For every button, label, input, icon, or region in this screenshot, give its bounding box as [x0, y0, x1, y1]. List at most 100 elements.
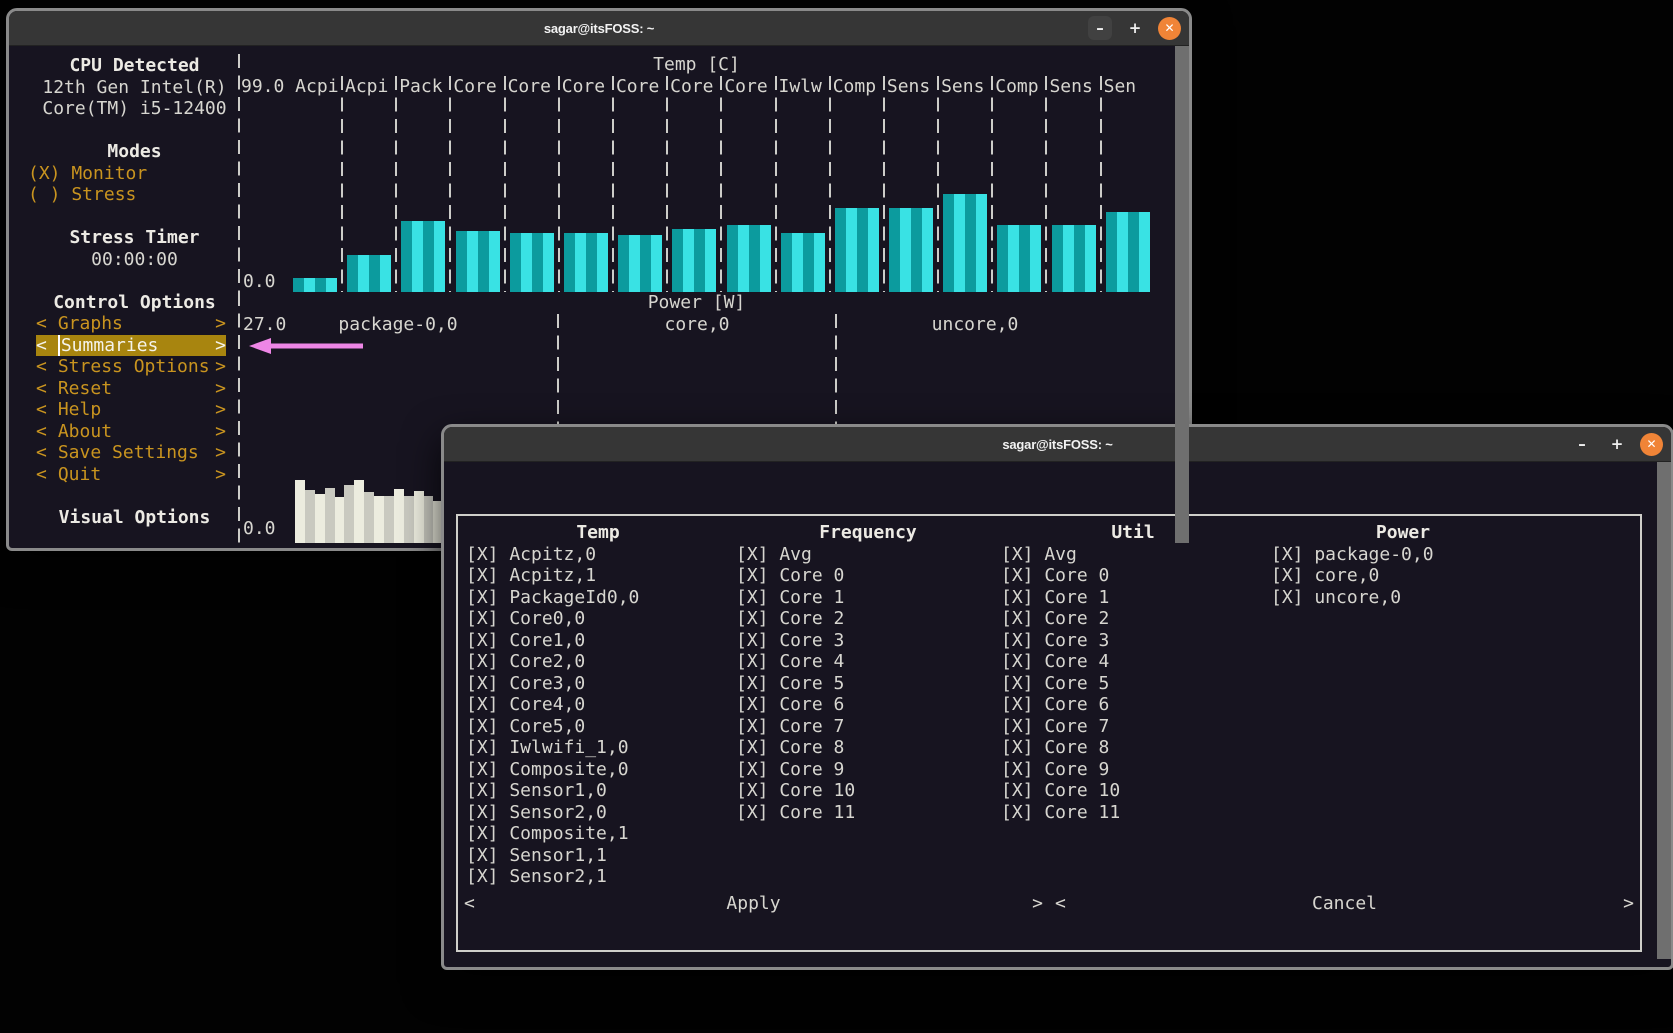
checkbox-core-0[interactable]: [X] Core 0: [736, 565, 1000, 587]
temp-column-label: 99.0 Acpi: [238, 76, 342, 98]
checkbox-core-11[interactable]: [X] Core 11: [1001, 802, 1265, 824]
temp-bar-Core: [456, 231, 500, 292]
power-history-stripe: [315, 494, 325, 543]
temp-bar-Iwlw: [781, 233, 825, 292]
checkbox-core-0[interactable]: [X] Core 0: [1001, 565, 1265, 587]
cpu-model-line: 12th Gen Intel(R): [9, 77, 238, 99]
checkbox-core-5[interactable]: [X] Core 5: [1001, 673, 1265, 695]
menu-item-reset[interactable]: <Reset>: [36, 378, 226, 400]
maximize-button[interactable]: +: [1123, 16, 1147, 40]
stui-sidebar: CPU Detected 12th Gen Intel(R) Core(TM) …: [9, 46, 238, 543]
close-button[interactable]: ✕: [1158, 17, 1181, 40]
menu-item-quit[interactable]: <Quit>: [36, 464, 226, 486]
checkbox-core-10[interactable]: [X] Core 10: [1001, 780, 1265, 802]
checkbox-acpitz-1[interactable]: [X] Acpitz,1: [466, 565, 730, 587]
power-history-stripe: [354, 480, 364, 543]
checkbox-core-4[interactable]: [X] Core 4: [736, 651, 1000, 673]
dialog-buttons: <Apply><Cancel>: [458, 893, 1640, 915]
temp-column-0: 99.0 Acpi: [238, 76, 342, 293]
temp-bar-Sen: [1106, 212, 1150, 292]
checkbox-core-1[interactable]: [X] Core 1: [1001, 587, 1265, 609]
scrollbar-back[interactable]: [1175, 46, 1189, 543]
checkbox-core-8[interactable]: [X] Core 8: [1001, 737, 1265, 759]
grid-separator: [558, 76, 560, 293]
checkbox-core-6[interactable]: [X] Core 6: [736, 694, 1000, 716]
cancel-button[interactable]: <Cancel>: [1049, 893, 1640, 915]
mode-radio-stress[interactable]: ( ) Stress: [28, 184, 238, 206]
menu-item-stress-options[interactable]: <Stress Options>: [36, 356, 226, 378]
checkbox-core5-0[interactable]: [X] Core5,0: [466, 716, 730, 738]
checkbox-composite-1[interactable]: [X] Composite,1: [466, 823, 730, 845]
checkbox-package-0-0[interactable]: [X] package-0,0: [1271, 544, 1535, 566]
menu-item-save-settings[interactable]: <Save Settings>: [36, 442, 226, 464]
titlebar-back[interactable]: sagar@itsFOSS: ~ – + ✕: [9, 11, 1189, 46]
temp-bar-Core: [510, 233, 554, 292]
checkbox-core4-0[interactable]: [X] Core4,0: [466, 694, 730, 716]
maximize-button[interactable]: +: [1605, 432, 1629, 456]
menu-item-about[interactable]: <About>: [36, 421, 226, 443]
grid-separator: [883, 76, 885, 293]
mode-radio-monitor[interactable]: (X) Monitor: [28, 163, 238, 185]
checkbox-composite-0[interactable]: [X] Composite,0: [466, 759, 730, 781]
checkbox-sensor1-1[interactable]: [X] Sensor1,1: [466, 845, 730, 867]
checkbox-core-3[interactable]: [X] Core 3: [736, 630, 1000, 652]
checkbox-core-6[interactable]: [X] Core 6: [1001, 694, 1265, 716]
checkbox-core-7[interactable]: [X] Core 7: [736, 716, 1000, 738]
checkbox-uncore-0[interactable]: [X] uncore,0: [1271, 587, 1535, 609]
apply-button[interactable]: <Apply>: [458, 893, 1049, 915]
checkbox-core-9[interactable]: [X] Core 9: [1001, 759, 1265, 781]
menu-item-help[interactable]: <Help>: [36, 399, 226, 421]
checkbox-packageid0-0[interactable]: [X] PackageId0,0: [466, 587, 730, 609]
close-button[interactable]: ✕: [1640, 433, 1663, 456]
temp-bar-Sens: [889, 208, 933, 292]
checkbox-sensor2-1[interactable]: [X] Sensor2,1: [466, 866, 730, 888]
checkbox-core-3[interactable]: [X] Core 3: [1001, 630, 1265, 652]
grid-separator: [395, 76, 397, 293]
checkbox-iwlwifi_1-0[interactable]: [X] Iwlwifi_1,0: [466, 737, 730, 759]
temp-bar-Acpi: [347, 255, 391, 292]
temp-y-min-label: 0.0: [243, 271, 276, 293]
dialog-column-power: Power[X] package-0,0[X] core,0[X] uncore…: [1271, 522, 1535, 608]
checkbox-core3-0[interactable]: [X] Core3,0: [466, 673, 730, 695]
checkbox-core-4[interactable]: [X] Core 4: [1001, 651, 1265, 673]
minimize-button[interactable]: –: [1570, 432, 1594, 456]
checkbox-sensor2-0[interactable]: [X] Sensor2,0: [466, 802, 730, 824]
menu-item-graphs[interactable]: <Graphs>: [36, 313, 226, 335]
checkbox-core-5[interactable]: [X] Core 5: [736, 673, 1000, 695]
minimize-button[interactable]: –: [1088, 16, 1112, 40]
checkbox-core2-0[interactable]: [X] Core2,0: [466, 651, 730, 673]
temp-column-6: Core: [613, 76, 667, 293]
checkbox-core-8[interactable]: [X] Core 8: [736, 737, 1000, 759]
checkbox-acpitz-0[interactable]: [X] Acpitz,0: [466, 544, 730, 566]
temp-bar-Comp: [997, 225, 1041, 292]
temp-column-label: Comp: [992, 76, 1046, 98]
power-history-stripe: [344, 485, 354, 543]
checkbox-core-2[interactable]: [X] Core 2: [736, 608, 1000, 630]
temp-bar-Sens: [943, 194, 987, 292]
power-history-stripe: [384, 496, 394, 543]
visual-options-label: Visual Options: [59, 507, 211, 528]
checkbox-core-11[interactable]: [X] Core 11: [736, 802, 1000, 824]
checkbox-core0-0[interactable]: [X] Core0,0: [466, 608, 730, 630]
menu-item-summaries[interactable]: <Summaries>: [36, 335, 226, 357]
temp-column-label: Core: [721, 76, 775, 98]
checkbox-sensor1-0[interactable]: [X] Sensor1,0: [466, 780, 730, 802]
checkbox-core-0[interactable]: [X] core,0: [1271, 565, 1535, 587]
checkbox-core-9[interactable]: [X] Core 9: [736, 759, 1000, 781]
temp-column-label: Sens: [1046, 76, 1100, 98]
terminal-content-front: Temp[X] Acpitz,0[X] Acpitz,1[X] PackageI…: [444, 462, 1671, 959]
scrollbar-front[interactable]: [1657, 462, 1671, 959]
titlebar-front[interactable]: sagar@itsFOSS: ~ – + ✕: [444, 427, 1671, 462]
control-options-label: Control Options: [53, 292, 216, 313]
temp-column-7: Core: [667, 76, 721, 293]
checkbox-core-2[interactable]: [X] Core 2: [1001, 608, 1265, 630]
checkbox-core-10[interactable]: [X] Core 10: [736, 780, 1000, 802]
checkbox-avg[interactable]: [X] Avg: [1001, 544, 1265, 566]
checkbox-core1-0[interactable]: [X] Core1,0: [466, 630, 730, 652]
window-title: sagar@itsFOSS: ~: [1002, 437, 1112, 452]
checkbox-core-1[interactable]: [X] Core 1: [736, 587, 1000, 609]
checkbox-avg[interactable]: [X] Avg: [736, 544, 1000, 566]
grid-separator: [991, 76, 993, 293]
annotation-arrow: [247, 336, 365, 356]
checkbox-core-7[interactable]: [X] Core 7: [1001, 716, 1265, 738]
